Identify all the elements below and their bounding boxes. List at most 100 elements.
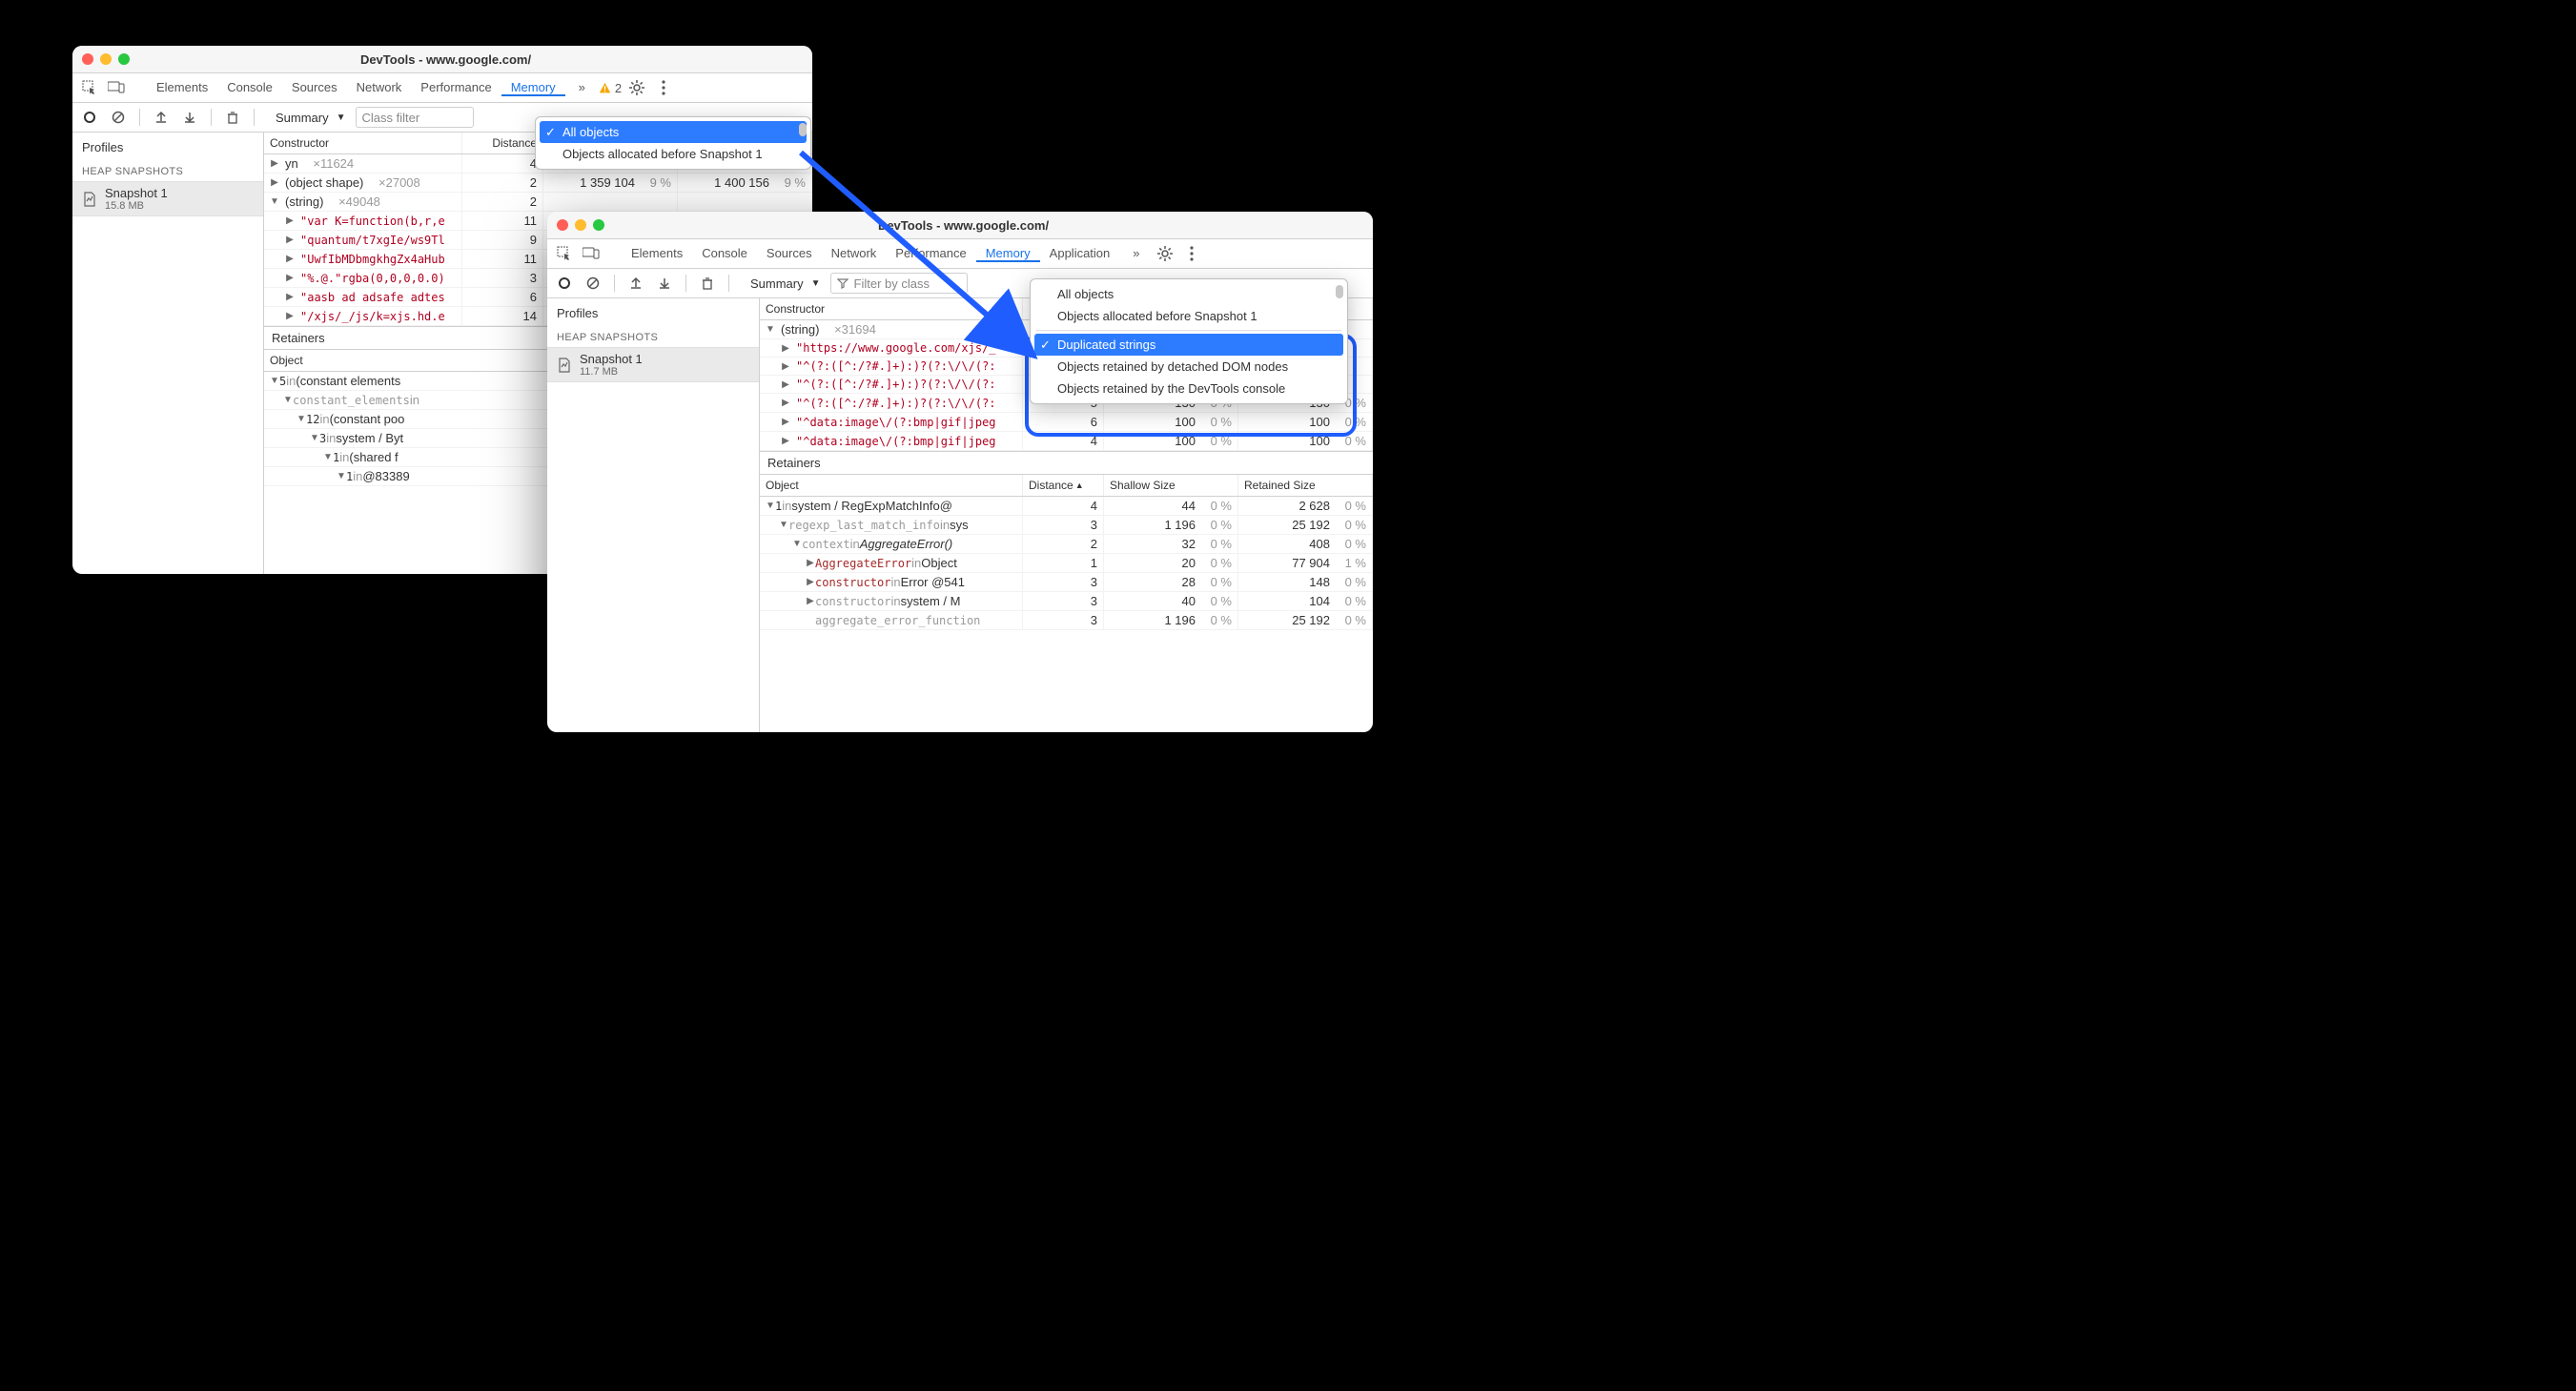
disclosure-icon[interactable]: ▼ [323, 452, 333, 462]
delete-icon[interactable] [696, 272, 719, 295]
dropdown-scrollbar[interactable] [1336, 285, 1343, 298]
tab-memory[interactable]: Memory [501, 80, 565, 96]
save-icon[interactable] [178, 106, 201, 129]
dropdown-item-before-snapshot1[interactable]: Objects allocated before Snapshot 1 [540, 143, 807, 165]
class-filter-input[interactable]: Filter by class [830, 273, 968, 294]
traffic-light-zoom[interactable] [118, 53, 130, 65]
rcol-object[interactable]: Object [760, 475, 1023, 496]
kebab-icon[interactable] [1180, 242, 1203, 265]
col-distance[interactable]: Distance [462, 133, 543, 153]
disclosure-icon[interactable]: ▼ [792, 539, 802, 549]
save-icon[interactable] [653, 272, 676, 295]
tab-memory[interactable]: Memory [976, 246, 1040, 262]
tab-sources[interactable]: Sources [282, 80, 347, 94]
retainer-row[interactable]: ▶ AggregateError in Object 1 200 % 77 90… [760, 554, 1373, 573]
disclosure-icon[interactable]: ▶ [270, 177, 279, 188]
string-row[interactable]: ▶"^data:image\/(?:bmp|gif|jpeg 4 1000 % … [760, 432, 1373, 451]
tab-network[interactable]: Network [822, 246, 887, 260]
retainer-row[interactable]: ▶ constructor in system / M 3 400 % 1040… [760, 592, 1373, 611]
tab-elements[interactable]: Elements [622, 246, 692, 260]
device-toggle-icon[interactable] [105, 76, 128, 99]
dropdown-item-before-snapshot1[interactable]: Objects allocated before Snapshot 1 [1034, 305, 1343, 327]
filter-dropdown-w2[interactable]: All objects Objects allocated before Sna… [1030, 278, 1348, 404]
disclosure-icon[interactable]: ▶ [781, 436, 790, 446]
disclosure-icon[interactable]: ▼ [310, 433, 319, 443]
disclosure-icon[interactable]: ▶ [285, 311, 295, 321]
disclosure-icon[interactable]: ▶ [270, 158, 279, 169]
string-row[interactable]: ▶"^data:image\/(?:bmp|gif|jpeg 6 1000 % … [760, 413, 1373, 432]
tab-console[interactable]: Console [217, 80, 282, 94]
disclosure-icon[interactable]: ▼ [270, 196, 279, 207]
inspect-icon[interactable] [78, 76, 101, 99]
tab-elements[interactable]: Elements [147, 80, 217, 94]
dropdown-item-all-objects[interactable]: All objects [540, 121, 807, 143]
tabs-overflow[interactable]: » [1123, 239, 1149, 268]
constructor-row[interactable]: ▼(string) ×49048 2 [264, 193, 812, 212]
traffic-light-zoom[interactable] [593, 219, 604, 231]
issues-badge[interactable]: 2 [599, 81, 622, 95]
clear-icon[interactable] [107, 106, 130, 129]
disclosure-icon[interactable]: ▶ [806, 596, 815, 606]
col-constructor[interactable]: Constructor [760, 298, 1023, 319]
dropdown-item-duplicated-strings[interactable]: Duplicated strings [1034, 334, 1343, 356]
disclosure-icon[interactable]: ▼ [283, 395, 293, 405]
disclosure-icon[interactable]: ▶ [285, 292, 295, 302]
view-mode-select[interactable]: Summary▼ [272, 111, 350, 125]
disclosure-icon[interactable]: ▶ [781, 417, 790, 427]
snapshot-item[interactable]: Snapshot 1 15.8 MB [72, 181, 263, 216]
disclosure-icon[interactable]: ▼ [296, 414, 306, 424]
disclosure-icon[interactable]: ▼ [337, 471, 346, 481]
disclosure-icon[interactable]: ▶ [285, 254, 295, 264]
tab-console[interactable]: Console [692, 246, 757, 260]
view-mode-select[interactable]: Summary▼ [746, 276, 825, 291]
tab-performance[interactable]: Performance [411, 80, 501, 94]
disclosure-icon[interactable]: ▶ [781, 343, 790, 354]
record-icon[interactable] [553, 272, 576, 295]
tab-performance[interactable]: Performance [886, 246, 975, 260]
dropdown-item-all-objects[interactable]: All objects [1034, 283, 1343, 305]
tab-sources[interactable]: Sources [757, 246, 822, 260]
retainer-row[interactable]: ▼ regexp_last_match_info in sys 3 1 1960… [760, 516, 1373, 535]
rcol-retained[interactable]: Retained Size [1238, 475, 1373, 496]
load-icon[interactable] [624, 272, 647, 295]
rcol-shallow[interactable]: Shallow Size [1104, 475, 1238, 496]
traffic-light-close[interactable] [82, 53, 93, 65]
device-toggle-icon[interactable] [580, 242, 603, 265]
disclosure-icon[interactable]: ▶ [781, 361, 790, 372]
tabs-overflow[interactable]: » [569, 73, 595, 102]
col-constructor[interactable]: Constructor [264, 133, 462, 153]
tab-application[interactable]: Application [1040, 246, 1120, 260]
load-icon[interactable] [150, 106, 173, 129]
rcol-distance[interactable]: Distance▲ [1023, 475, 1104, 496]
disclosure-icon[interactable]: ▼ [779, 520, 788, 530]
disclosure-icon[interactable]: ▼ [766, 501, 775, 511]
dropdown-item-detached-dom[interactable]: Objects retained by detached DOM nodes [1034, 356, 1343, 378]
retainer-row[interactable]: ▼ context in AggregateError() 2 320 % 40… [760, 535, 1373, 554]
traffic-light-minimize[interactable] [100, 53, 112, 65]
constructor-row[interactable]: ▶(object shape) ×27008 2 1 359 1049 % 1 … [264, 174, 812, 193]
retainer-row[interactable]: ▼ 1 in system / RegExpMatchInfo @ 4 440 … [760, 497, 1373, 516]
filter-dropdown-w1[interactable]: All objects Objects allocated before Sna… [535, 116, 811, 170]
disclosure-icon[interactable]: ▶ [781, 398, 790, 408]
dropdown-scrollbar[interactable] [799, 123, 807, 136]
disclosure-icon[interactable]: ▶ [806, 577, 815, 587]
clear-icon[interactable] [582, 272, 604, 295]
gear-icon[interactable] [625, 76, 648, 99]
retainer-row[interactable]: aggregate_error_function 3 1 1960 % 25 1… [760, 611, 1373, 630]
snapshot-item[interactable]: Snapshot 1 11.7 MB [547, 347, 759, 382]
disclosure-icon[interactable]: ▶ [781, 379, 790, 390]
delete-icon[interactable] [221, 106, 244, 129]
traffic-light-close[interactable] [557, 219, 568, 231]
gear-icon[interactable] [1154, 242, 1176, 265]
disclosure-icon[interactable]: ▼ [270, 376, 279, 386]
traffic-light-minimize[interactable] [575, 219, 586, 231]
dropdown-item-devtools-console[interactable]: Objects retained by the DevTools console [1034, 378, 1343, 399]
disclosure-icon[interactable]: ▼ [766, 324, 775, 335]
disclosure-icon[interactable]: ▶ [285, 235, 295, 245]
kebab-icon[interactable] [652, 76, 675, 99]
disclosure-icon[interactable]: ▶ [806, 558, 815, 568]
retainer-row[interactable]: ▶ constructor in Error @541 3 280 % 1480… [760, 573, 1373, 592]
inspect-icon[interactable] [553, 242, 576, 265]
class-filter-input[interactable]: Class filter [356, 107, 474, 128]
tab-network[interactable]: Network [347, 80, 412, 94]
